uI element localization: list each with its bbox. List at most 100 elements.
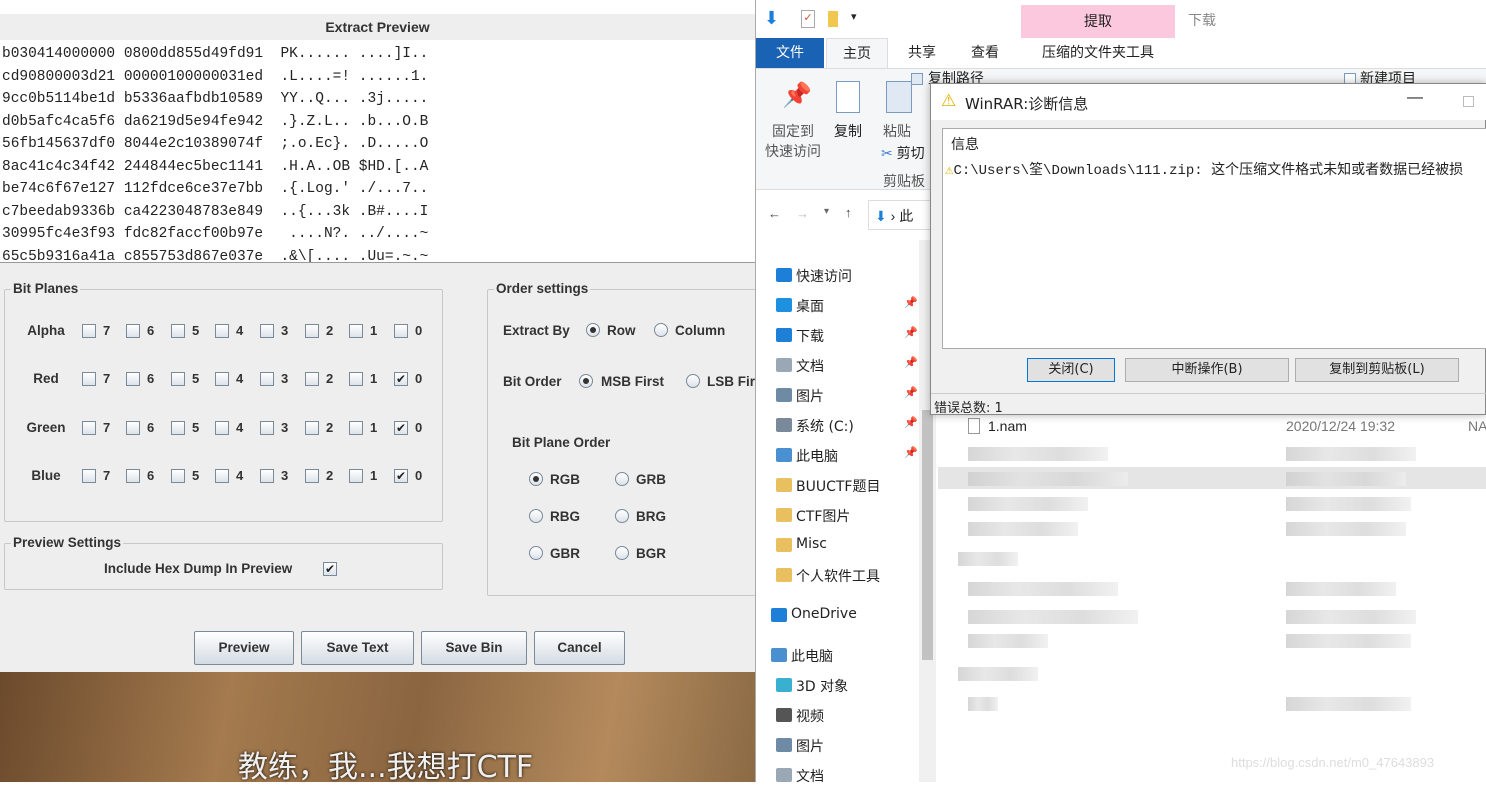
abort-button[interactable]: 中断操作(B) [1125, 358, 1289, 382]
alpha-bit-6-checkbox[interactable] [126, 324, 140, 338]
blue-bit-1-checkbox[interactable] [349, 469, 363, 483]
close-button[interactable]: 关闭(C) [1027, 358, 1115, 382]
green-bit-5-checkbox[interactable] [171, 421, 185, 435]
alpha-bit-1-checkbox[interactable] [349, 324, 363, 338]
minimize-button[interactable]: — [1407, 89, 1423, 107]
green-bit-1-checkbox[interactable] [349, 421, 363, 435]
tab-view[interactable]: 查看 [954, 38, 1016, 68]
red-bit-1-checkbox[interactable] [349, 372, 363, 386]
red-bit-3-checkbox[interactable] [260, 372, 274, 386]
plane-order-label: GRB [636, 472, 666, 487]
nav-item[interactable]: 视频 [776, 706, 824, 726]
blue-bit-2-checkbox[interactable] [305, 469, 319, 483]
customize-dropdown-icon[interactable]: ▾ [851, 10, 857, 23]
nav-item[interactable]: 图片 📌 [776, 386, 918, 406]
hex-dump-checkbox[interactable]: ✔ [323, 562, 337, 576]
green-bit-4-checkbox[interactable] [215, 421, 229, 435]
plane-order-brg-radio[interactable] [615, 509, 629, 523]
paste-icon [886, 81, 912, 113]
blue-bit-3-checkbox[interactable] [260, 469, 274, 483]
lsb-first-radio[interactable] [686, 374, 700, 388]
red-bit-4-checkbox[interactable] [215, 372, 229, 386]
green-bit-2-checkbox[interactable] [305, 421, 319, 435]
plane-order-grb-radio[interactable] [615, 472, 629, 486]
plane-order-bgr-radio[interactable] [615, 546, 629, 560]
back-icon[interactable]: ← [768, 206, 781, 221]
tab-share[interactable]: 共享 [891, 38, 953, 68]
nav-item[interactable]: Misc [776, 536, 827, 552]
nav-item[interactable]: 此电脑 [771, 646, 833, 666]
up-icon[interactable]: ↑ [845, 205, 852, 220]
red-bit-5-checkbox[interactable] [171, 372, 185, 386]
bit-label: 0 [415, 371, 423, 386]
address-bar[interactable]: ⬇ › 此 [868, 200, 938, 230]
red-bit-7-checkbox[interactable] [82, 372, 96, 386]
forward-icon[interactable]: → [796, 206, 809, 221]
nav-item[interactable]: CTF图片 [776, 506, 850, 526]
folder-icon[interactable] [828, 11, 838, 27]
alpha-bit-2-checkbox[interactable] [305, 324, 319, 338]
alpha-bit-5-checkbox[interactable] [171, 324, 185, 338]
preview-button[interactable]: Preview [194, 631, 294, 665]
nav-item[interactable]: 个人软件工具 [776, 566, 880, 586]
alpha-bit-4-checkbox[interactable] [215, 324, 229, 338]
message-header: 信息 [951, 137, 979, 153]
maximize-button[interactable] [1463, 96, 1474, 107]
green-bit-3-checkbox[interactable] [260, 421, 274, 435]
green-bit-7-checkbox[interactable] [82, 421, 96, 435]
green-bit-6-checkbox[interactable] [126, 421, 140, 435]
nav-item[interactable]: 文档 📌 [776, 356, 918, 376]
pin-quick-access-button[interactable]: 固定到 快速访问 [762, 121, 824, 161]
nav-item[interactable]: 此电脑 📌 [776, 446, 918, 466]
blue-bit-0-checkbox[interactable]: ✔ [394, 469, 408, 483]
file-name[interactable]: 1.nam [988, 418, 1027, 434]
red-bit-2-checkbox[interactable] [305, 372, 319, 386]
plane-order-rgb-radio[interactable] [529, 472, 543, 486]
download-arrow-icon[interactable]: ⬇ [764, 8, 779, 29]
paste-button[interactable]: 粘贴 [883, 121, 911, 141]
message-list[interactable]: 信息 ⚠C:\Users\筌\Downloads\111.zip: 这个压缩文件… [942, 128, 1486, 349]
nav-item[interactable]: OneDrive [771, 606, 857, 622]
nav-item[interactable]: BUUCTF题目 [776, 476, 880, 496]
plane-order-rbg-radio[interactable] [529, 509, 543, 523]
alpha-bit-3-checkbox[interactable] [260, 324, 274, 338]
nav-item[interactable]: 快速访问 [776, 266, 852, 286]
nav-item[interactable]: 系统 (C:) 📌 [776, 416, 918, 436]
tab-home[interactable]: 主页 [826, 38, 888, 68]
copy-to-clipboard-button[interactable]: 复制到剪贴板(L) [1295, 358, 1459, 382]
blue-bit-5-checkbox[interactable] [171, 469, 185, 483]
extract-by-column-radio[interactable] [654, 323, 668, 337]
blue-bit-7-checkbox[interactable] [82, 469, 96, 483]
lsb-first-label: LSB First [707, 374, 755, 389]
red-bit-6-checkbox[interactable] [126, 372, 140, 386]
extract-context-tab[interactable]: 提取 [1021, 5, 1175, 38]
copy-button[interactable]: 复制 [834, 121, 862, 141]
tab-file[interactable]: 文件 [756, 38, 824, 68]
csdn-watermark: https://blog.csdn.net/m0_47643893 [1231, 755, 1435, 770]
save-text-button[interactable]: Save Text [301, 631, 414, 665]
row-label-alpha: Alpha [27, 323, 65, 338]
red-bit-0-checkbox[interactable]: ✔ [394, 372, 408, 386]
nav-item-label: 个人软件工具 [796, 569, 880, 585]
hex-preview-area[interactable]: b030414000000 0800dd855d49fd91 PK...... … [0, 40, 755, 263]
nav-item[interactable]: 桌面 📌 [776, 296, 918, 316]
alpha-bit-0-checkbox[interactable] [394, 324, 408, 338]
plane-order-gbr-radio[interactable] [529, 546, 543, 560]
blue-bit-4-checkbox[interactable] [215, 469, 229, 483]
extract-by-row-radio[interactable] [586, 323, 600, 337]
tab-compressed-tools[interactable]: 压缩的文件夹工具 [1021, 38, 1175, 68]
blue-bit-6-checkbox[interactable] [126, 469, 140, 483]
cancel-button[interactable]: Cancel [534, 631, 625, 665]
recent-dropdown-icon[interactable]: ▾ [824, 206, 829, 217]
nav-item-label: 图片 [796, 389, 824, 405]
nav-item[interactable]: 3D 对象 [776, 676, 848, 696]
save-bin-button[interactable]: Save Bin [421, 631, 527, 665]
nav-item[interactable]: 下载 📌 [776, 326, 918, 346]
alpha-bit-7-checkbox[interactable] [82, 324, 96, 338]
nav-item[interactable]: 图片 [776, 736, 824, 756]
msb-first-radio[interactable] [579, 374, 593, 388]
extract-by-row-label: Row [607, 323, 636, 338]
green-bit-0-checkbox[interactable]: ✔ [394, 421, 408, 435]
nav-item[interactable]: 文档 [776, 766, 824, 786]
properties-icon[interactable]: ✓ [801, 10, 815, 28]
